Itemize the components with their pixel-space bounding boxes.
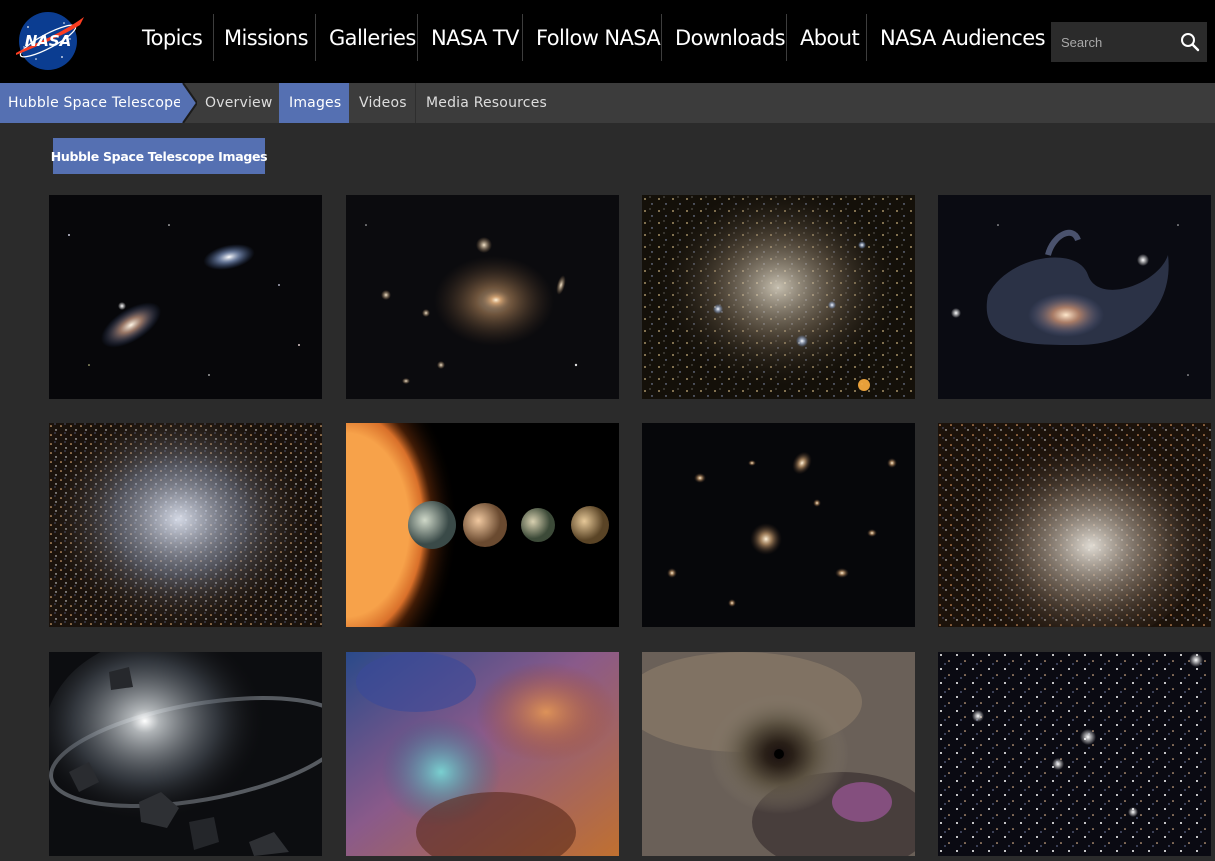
nav-divider bbox=[522, 14, 523, 61]
gallery-image-tile[interactable] bbox=[346, 195, 619, 399]
nav-about[interactable]: About bbox=[800, 0, 860, 76]
star-cluster-image bbox=[49, 423, 322, 627]
search-input[interactable] bbox=[1051, 22, 1173, 62]
trappist-planets-illustration bbox=[346, 423, 619, 627]
section-subnav: Hubble Space Telescope Overview Images V… bbox=[0, 83, 1215, 123]
nav-downloads[interactable]: Downloads bbox=[675, 0, 786, 76]
tab-images[interactable]: Images bbox=[279, 83, 349, 123]
gallery-title: Hubble Space Telescope Images bbox=[51, 138, 268, 174]
gallery-image-tile[interactable] bbox=[642, 195, 915, 399]
gallery-image-tile[interactable] bbox=[642, 652, 915, 856]
gallery-image-tile[interactable] bbox=[938, 195, 1211, 399]
nav-topics[interactable]: Topics bbox=[142, 0, 203, 76]
interacting-galaxies-image bbox=[938, 195, 1211, 399]
nav-missions[interactable]: Missions bbox=[224, 0, 309, 76]
nav-follow-nasa[interactable]: Follow NASA bbox=[536, 0, 661, 76]
gallery-image-tile[interactable] bbox=[642, 423, 915, 627]
tab-videos[interactable]: Videos bbox=[349, 83, 417, 123]
nav-nasa-tv[interactable]: NASA TV bbox=[431, 0, 519, 76]
tab-media-resources[interactable]: Media Resources bbox=[416, 83, 557, 123]
search-button[interactable] bbox=[1173, 22, 1207, 62]
spiral-galaxy-pair-image bbox=[49, 195, 322, 399]
open-star-cluster-image bbox=[938, 652, 1211, 856]
nav-divider bbox=[786, 14, 787, 61]
nav-divider bbox=[661, 14, 662, 61]
black-hole-illustration bbox=[642, 652, 915, 856]
nav-galleries[interactable]: Galleries bbox=[329, 0, 416, 76]
gallery-image-tile[interactable] bbox=[49, 195, 322, 399]
gallery-image-tile[interactable] bbox=[49, 652, 322, 856]
asteroid-debris-disk-illustration bbox=[49, 652, 322, 856]
nasa-logo[interactable]: NASA bbox=[10, 9, 86, 73]
tab-overview[interactable]: Overview bbox=[195, 83, 283, 123]
galaxy-cluster-lensing-image bbox=[642, 423, 915, 627]
gallery-image-tile[interactable] bbox=[938, 423, 1211, 627]
lagoon-nebula-image bbox=[346, 652, 619, 856]
nav-divider bbox=[866, 14, 867, 61]
nav-divider bbox=[213, 14, 214, 61]
search-icon bbox=[1181, 33, 1200, 52]
gallery-image-tile[interactable] bbox=[938, 652, 1211, 856]
globular-cluster-image bbox=[642, 195, 915, 399]
nav-divider bbox=[417, 14, 418, 61]
nav-nasa-audiences[interactable]: NASA Audiences bbox=[880, 0, 1046, 76]
gallery-image-tile[interactable] bbox=[49, 423, 322, 627]
dense-star-field-image bbox=[938, 423, 1211, 627]
top-navigation: NASA Topics Missions Galleries NASA TV F… bbox=[0, 0, 1215, 83]
nav-divider bbox=[315, 14, 316, 61]
search-box bbox=[1051, 22, 1207, 62]
galaxy-cluster-arc-image bbox=[346, 195, 619, 399]
section-title[interactable]: Hubble Space Telescope bbox=[0, 83, 182, 123]
svg-text:NASA: NASA bbox=[25, 32, 72, 50]
gallery-image-tile[interactable] bbox=[346, 652, 619, 856]
gallery-image-tile[interactable] bbox=[346, 423, 619, 627]
